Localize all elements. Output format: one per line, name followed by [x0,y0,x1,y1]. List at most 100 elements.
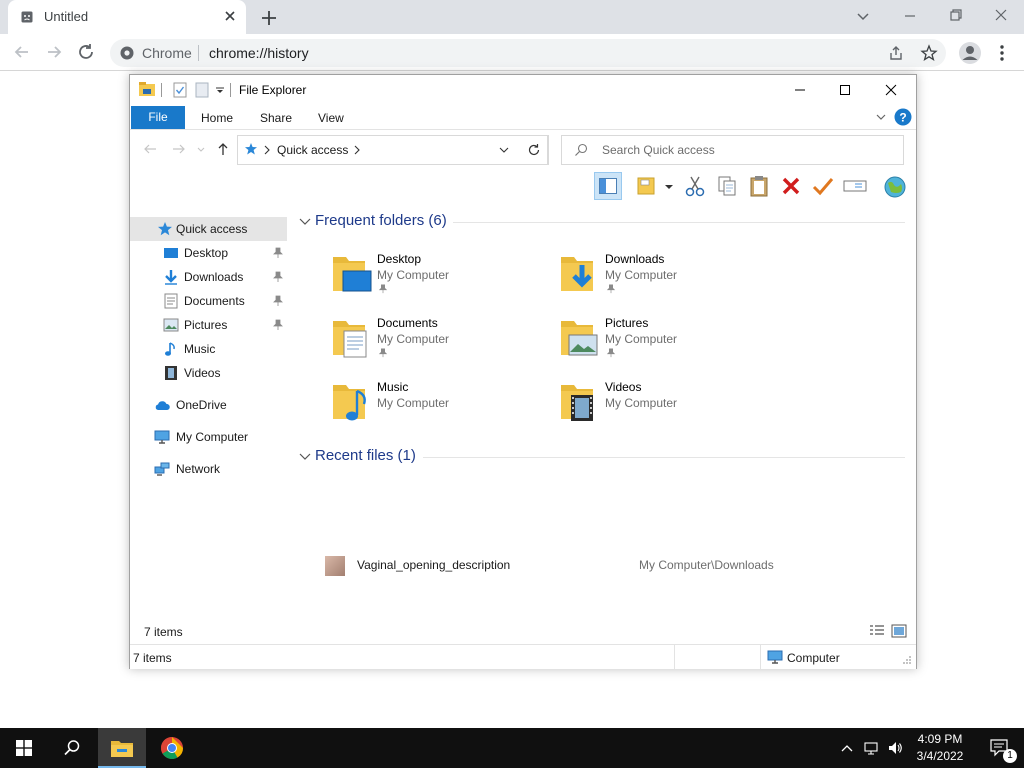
globe-icon[interactable] [881,172,909,200]
status-location: Computer [787,651,840,665]
close-window-icon[interactable] [989,5,1013,27]
large-icons-view-icon[interactable] [891,624,907,638]
ribbon-expand-chevron-icon[interactable] [876,112,886,122]
omnibox[interactable]: Chrome chrome://history [110,39,946,67]
status-divider [674,645,675,669]
network-status-icon[interactable] [863,740,879,756]
new-folder-icon[interactable] [195,82,209,98]
url-text[interactable]: chrome://history [209,45,309,61]
nav-item-my-computer[interactable]: My Computer [130,425,290,449]
minimize-icon[interactable] [898,5,922,27]
folder-name: Downloads [605,252,665,266]
explorer-forward-icon[interactable] [171,141,187,157]
copy-icon[interactable] [713,172,741,200]
ribbon-tab-view[interactable]: View [318,111,344,125]
delete-icon[interactable] [777,172,805,200]
nav-item-label: Downloads [184,270,244,284]
share-icon[interactable] [888,45,904,61]
pin-icon[interactable] [272,271,284,283]
navigation-pane-icon [599,178,617,194]
quick-access-star-icon [245,143,257,155]
taskbar-search-button[interactable] [48,728,96,768]
ribbon-tab-home[interactable]: Home [201,111,233,125]
resize-grip-icon[interactable] [902,655,912,665]
recent-file-row[interactable]: Vaginal_opening_description My Computer\… [325,556,885,578]
bookmark-star-icon[interactable] [920,44,938,62]
explorer-close-icon[interactable] [880,80,902,100]
ribbon-tab-share[interactable]: Share [260,111,292,125]
windows-logo-icon [16,740,32,756]
taskbar-file-explorer[interactable] [98,728,146,768]
tab-search-icon[interactable] [851,5,875,27]
browser-tab[interactable]: Untitled [8,0,246,34]
profile-avatar-icon[interactable] [958,41,982,65]
breadcrumb-location[interactable]: Quick access [277,143,348,157]
breadcrumb-chevron-icon[interactable] [263,145,271,155]
kebab-menu-icon[interactable] [996,43,1008,63]
collapse-chevron-icon[interactable] [299,216,311,226]
close-tab-icon[interactable] [222,8,238,24]
folder-tile-downloads[interactable]: Downloads My Computer [559,251,779,307]
nav-item-documents[interactable]: Documents [130,289,290,313]
nav-item-desktop[interactable]: Desktop [130,241,290,265]
clock-time[interactable]: 4:09 PM [912,732,968,746]
pin-icon[interactable] [272,295,284,307]
start-button[interactable] [0,728,48,768]
taskbar-chrome[interactable] [148,728,196,768]
group-header-label: Recent files (1) [315,447,416,464]
change-view-icon[interactable] [635,172,659,200]
checkmark-icon[interactable] [809,172,837,200]
help-icon[interactable]: ? [894,108,912,126]
recent-files-header[interactable]: Recent files (1) [299,447,416,464]
rename-icon[interactable] [841,172,869,200]
ribbon-tab-file[interactable]: File [131,106,185,129]
recent-locations-icon[interactable] [196,141,206,157]
search-input[interactable]: Search Quick access [561,135,904,165]
back-icon[interactable] [11,41,33,63]
address-dropdown-icon[interactable] [499,146,509,154]
forward-icon[interactable] [43,41,65,63]
clock-date[interactable]: 3/4/2022 [912,749,968,763]
explorer-minimize-icon[interactable] [789,80,811,100]
nav-item-network[interactable]: Network [130,457,290,481]
frequent-folders-header[interactable]: Frequent folders (6) [299,212,447,229]
pin-icon[interactable] [272,319,284,331]
folder-tile-videos[interactable]: Videos My Computer [559,379,779,435]
folder-name: Videos [605,380,642,394]
navigation-pane-button[interactable] [594,172,622,200]
folder-tile-music[interactable]: Music My Computer [331,379,551,435]
paste-icon[interactable] [745,172,773,200]
folder-tile-documents[interactable]: Documents My Computer [331,315,551,371]
explorer-maximize-icon[interactable] [834,80,856,100]
nav-item-onedrive[interactable]: OneDrive [130,393,290,417]
refresh-button[interactable] [521,135,548,165]
nav-item-music[interactable]: Music [130,337,290,361]
folder-tile-pictures[interactable]: Pictures My Computer [559,315,779,371]
up-icon[interactable] [215,141,231,157]
reload-icon[interactable] [75,41,97,63]
breadcrumb-chevron-icon[interactable] [353,145,361,155]
cut-icon[interactable] [681,172,709,200]
nav-item-downloads[interactable]: Downloads [130,265,290,289]
folder-location: My Computer [605,396,678,410]
new-tab-icon[interactable] [258,7,280,29]
volume-icon[interactable] [887,740,903,756]
explorer-back-icon[interactable] [142,141,158,157]
action-center-button[interactable]: 1 [976,728,1024,768]
browser-tab-title: Untitled [44,9,89,24]
details-view-icon[interactable] [869,624,885,638]
properties-icon[interactable] [173,82,187,98]
view-dropdown-icon[interactable] [664,172,674,200]
nav-item-quick-access[interactable]: Quick access [130,217,287,241]
qat-dropdown-icon[interactable] [216,86,224,94]
collapse-chevron-icon[interactable] [299,451,311,461]
nav-item-videos[interactable]: Videos [130,361,290,385]
show-hidden-icons-icon[interactable] [839,740,855,756]
pin-icon[interactable] [272,247,284,259]
restore-icon[interactable] [943,5,967,27]
address-bar[interactable]: Quick access [237,135,549,165]
folder-location: My Computer [377,332,450,346]
explorer-title-bar[interactable]: File Explorer [130,75,916,105]
folder-tile-desktop[interactable]: Desktop My Computer [331,251,551,307]
nav-item-pictures[interactable]: Pictures [130,313,290,337]
